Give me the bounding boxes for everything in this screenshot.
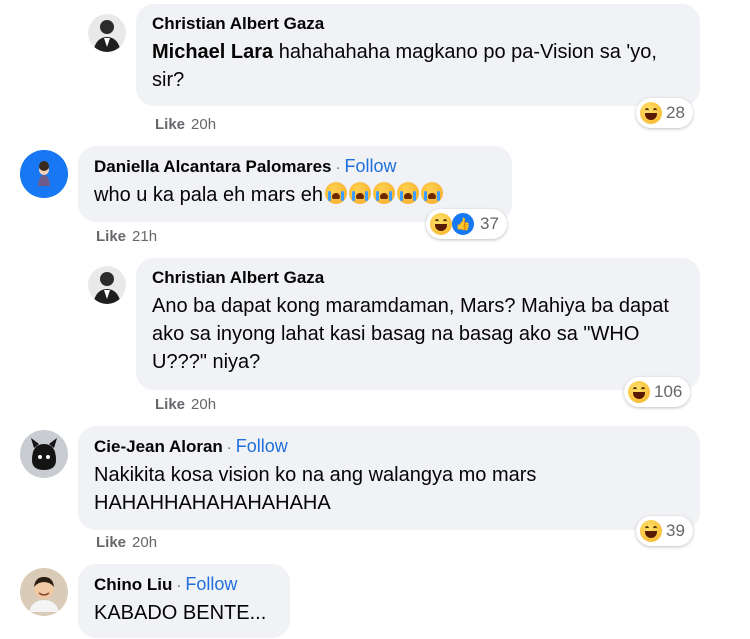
author-name[interactable]: Christian Albert Gaza xyxy=(152,268,324,287)
comment-text: Nakikita kosa vision ko na ang walangya … xyxy=(94,464,537,514)
reaction-count: 39 xyxy=(666,521,685,540)
follow-button[interactable]: Follow xyxy=(345,156,397,176)
haha-icon xyxy=(640,520,662,542)
comment-actions: Like 20h xyxy=(155,396,216,413)
mention-link[interactable]: Michael Lara xyxy=(152,41,273,63)
comment-text: who u ka pala eh mars eh xyxy=(94,184,324,206)
comment-bubble: Cie-Jean Aloran · Follow Nakikita kosa vis… xyxy=(78,426,700,530)
like-button[interactable]: Like xyxy=(96,534,126,551)
like-button[interactable]: Like xyxy=(155,396,185,413)
avatar[interactable] xyxy=(20,150,68,198)
avatar[interactable] xyxy=(88,14,126,52)
like-button[interactable]: Like xyxy=(96,228,126,245)
comment-text: KABADO BENTE... xyxy=(94,602,267,624)
haha-icon xyxy=(640,102,662,124)
like-button[interactable]: Like xyxy=(155,116,185,133)
reaction-summary[interactable]: 👍 37 xyxy=(426,209,507,239)
author-name[interactable]: Cie-Jean Aloran xyxy=(94,437,223,456)
author-name[interactable]: Christian Albert Gaza xyxy=(152,14,324,33)
reaction-summary[interactable]: 106 xyxy=(624,377,691,407)
reaction-count: 106 xyxy=(654,382,683,401)
timestamp[interactable]: 21h xyxy=(132,228,157,245)
crying-emoji-icon xyxy=(323,182,444,206)
author-name[interactable]: Daniella Alcantara Palomares xyxy=(94,157,332,176)
author-name[interactable]: Chino Liu xyxy=(94,575,172,594)
timestamp[interactable]: 20h xyxy=(132,534,157,551)
haha-icon xyxy=(430,213,452,235)
timestamp[interactable]: 20h xyxy=(191,116,216,133)
comment-bubble: Chino Liu · Follow KABADO BENTE... xyxy=(78,564,290,638)
comment-text: Ano ba dapat kong maramdaman, Mars? Mahi… xyxy=(152,295,669,373)
reaction-count: 37 xyxy=(480,214,499,233)
comment-bubble: Christian Albert Gaza Michael Lara hahah… xyxy=(136,4,700,106)
avatar[interactable] xyxy=(88,266,126,304)
like-icon: 👍 xyxy=(450,211,476,237)
timestamp[interactable]: 20h xyxy=(191,396,216,413)
follow-button[interactable]: Follow xyxy=(236,436,288,456)
comment-bubble: Christian Albert Gaza Ano ba dapat kong … xyxy=(136,258,700,390)
comment-actions: Like 20h xyxy=(96,534,157,551)
reaction-summary[interactable]: 28 xyxy=(636,98,693,128)
reaction-summary[interactable]: 39 xyxy=(636,516,693,546)
follow-button[interactable]: Follow xyxy=(185,574,237,594)
avatar[interactable] xyxy=(20,568,68,616)
haha-icon xyxy=(628,381,650,403)
reaction-count: 28 xyxy=(666,103,685,122)
comment-actions: Like 21h xyxy=(96,228,157,245)
avatar[interactable] xyxy=(20,430,68,478)
comment-actions: Like 20h xyxy=(155,116,216,133)
